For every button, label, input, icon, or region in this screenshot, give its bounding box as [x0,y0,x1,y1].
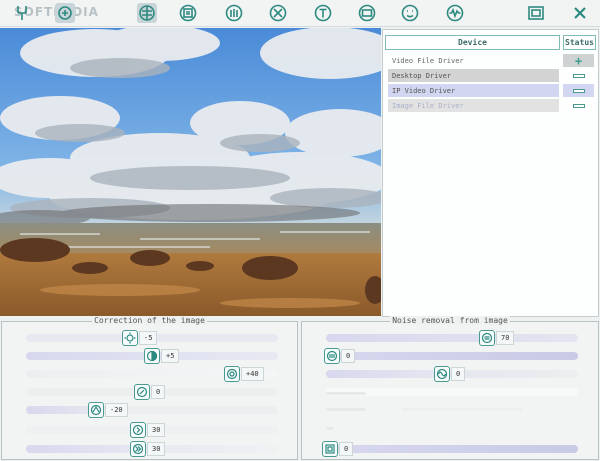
sharpness-value: 30 [147,423,166,437]
temporal-filter-value: 0 [451,367,466,381]
tuning-fork-icon[interactable] [12,3,32,23]
gamma-value: -20 [105,403,128,417]
window-icon[interactable] [526,3,546,23]
temporal-filter-icon[interactable] [434,366,450,382]
status-indicator[interactable] [563,99,594,112]
contrast-value: +5 [161,349,180,363]
close-icon[interactable] [570,3,590,23]
device-row-label: Desktop Driver [392,71,452,80]
status-bar-icon [572,73,585,78]
spatial-filter-slider[interactable] [326,352,578,360]
device-panel: Device Status Video File Driver + Deskto… [382,29,599,317]
status-indicator[interactable] [563,69,594,82]
film-icon[interactable] [178,3,198,23]
device-row-label: IP Video Driver [392,86,456,95]
plus-icon: + [574,53,583,68]
bottom-filter-slider[interactable] [326,445,578,453]
device-row-label: Video File Driver [392,56,464,65]
contrast-icon[interactable] [144,348,160,364]
status-bar-icon [572,88,585,93]
video-preview [0,28,381,316]
status-add-button[interactable]: + [563,54,594,67]
face-icon[interactable] [400,3,420,23]
device-row-ip-video[interactable]: IP Video Driver [388,84,559,97]
bottom-filter-value: 0 [339,442,354,456]
tools-icon[interactable] [268,3,288,23]
spatial-filter-icon[interactable] [324,348,340,364]
bottom-filter-icon[interactable] [322,441,338,457]
sharpen-more-icon[interactable] [130,441,146,457]
microphone-icon[interactable] [224,3,244,23]
hue-value: 0 [151,385,166,399]
top-toolbar: SOFTPEDIA [0,0,600,27]
sharpness-icon[interactable] [130,422,146,438]
text-icon[interactable] [313,3,333,23]
screen-icon[interactable] [357,3,377,23]
denoise-slider[interactable] [326,334,578,342]
disabled-slider-track [326,392,366,395]
saturation-icon[interactable] [224,366,240,382]
brightness-value: -5 [139,331,158,345]
denoise-icon[interactable] [479,330,495,346]
hue-icon[interactable] [134,384,150,400]
gamma-icon[interactable] [88,402,104,418]
status-column-header[interactable]: Status [563,35,596,50]
device-row-desktop[interactable]: Desktop Driver [388,69,559,82]
disabled-slider-track [326,408,366,411]
disabled-slider-track [326,427,334,430]
device-row-video-file[interactable]: Video File Driver [388,54,559,67]
device-row-image-file[interactable]: Image File Driver [388,99,559,112]
correction-title: Correction of the image [92,316,207,325]
spatial-filter-value: 0 [341,349,356,363]
device-row-label: Image File Driver [392,101,464,110]
disabled-slider-track [402,408,522,411]
gamma-slider[interactable] [26,406,278,414]
waveform-icon[interactable] [445,3,465,23]
globe-icon[interactable] [137,3,157,23]
saturation-value: +40 [241,367,264,381]
correction-panel: Correction of the image -5 +5 +40 0 -20 … [1,316,298,460]
filter-icon[interactable] [55,3,75,23]
noise-title: Noise removal from image [390,316,510,325]
status-indicator[interactable] [563,84,594,97]
brightness-icon[interactable] [122,330,138,346]
noise-panel: Noise removal from image 70 0 0 0 [301,316,599,460]
device-column-header[interactable]: Device [385,35,560,50]
status-bar-icon [572,103,585,108]
sharpen-more-value: 30 [147,442,166,456]
denoise-value: 70 [496,331,515,345]
